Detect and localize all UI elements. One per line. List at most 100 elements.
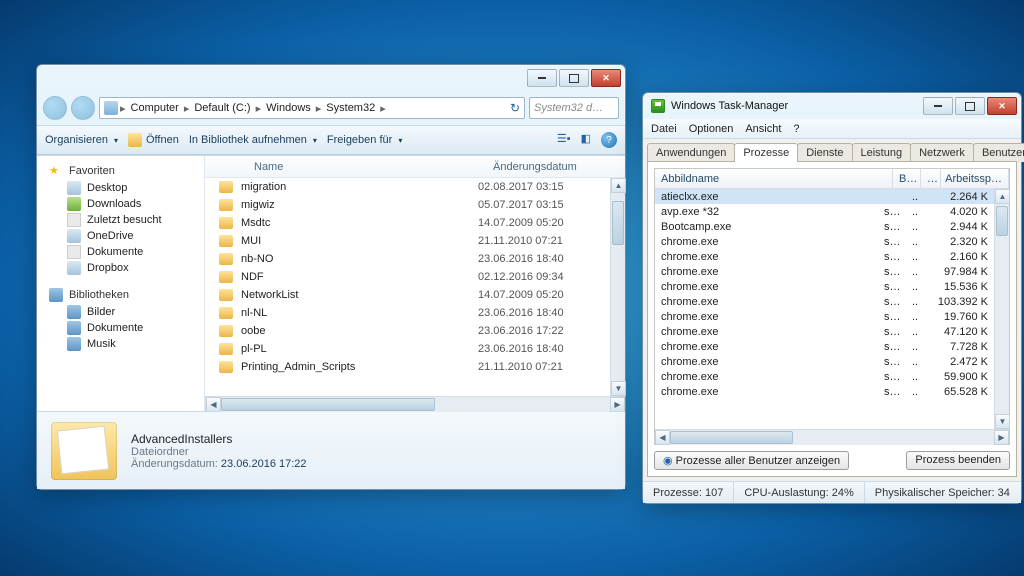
- sidebar-item[interactable]: OneDrive: [39, 228, 202, 244]
- breadcrumb[interactable]: ▸ Computer▸Default (C:)▸Windows▸System32…: [99, 97, 525, 119]
- sidebar-item[interactable]: Musik: [39, 336, 202, 352]
- horizontal-scrollbar[interactable]: ◀ ▶: [205, 396, 625, 411]
- file-row[interactable]: pl-PL23.06.2016 18:40: [205, 340, 610, 358]
- breadcrumb-segment[interactable]: Computer: [128, 102, 182, 114]
- chevron-right-icon[interactable]: ▸: [184, 102, 190, 115]
- scroll-down-button[interactable]: ▼: [611, 381, 626, 396]
- column-user: B…: [893, 169, 921, 188]
- search-input[interactable]: System32 d…: [529, 97, 619, 119]
- process-row[interactable]: chrome.exes…..15.536 K: [655, 279, 994, 294]
- chevron-right-icon[interactable]: ▸: [316, 102, 322, 115]
- scroll-left-button[interactable]: ◀: [655, 430, 670, 445]
- file-row[interactable]: migration02.08.2017 03:15: [205, 178, 610, 196]
- scroll-thumb[interactable]: [221, 398, 435, 411]
- tab[interactable]: Netzwerk: [910, 143, 974, 162]
- show-all-users-button[interactable]: ◉ Prozesse aller Benutzer anzeigen: [654, 451, 849, 470]
- process-row[interactable]: atieclxx.exe..2.264 K: [655, 189, 994, 204]
- column-headers[interactable]: Name Änderungsdatum: [205, 156, 625, 178]
- sidebar-item[interactable]: Zuletzt besucht: [39, 212, 202, 228]
- process-row[interactable]: chrome.exes…..2.472 K: [655, 354, 994, 369]
- scroll-down-button[interactable]: ▼: [995, 414, 1010, 429]
- process-row[interactable]: chrome.exes…..2.320 K: [655, 234, 994, 249]
- file-row[interactable]: NetworkList14.07.2009 05:20: [205, 286, 610, 304]
- menu-item[interactable]: ?: [793, 123, 799, 135]
- process-row[interactable]: chrome.exes…..97.984 K: [655, 264, 994, 279]
- breadcrumb-segment[interactable]: System32: [323, 102, 378, 114]
- menu-item[interactable]: Optionen: [689, 123, 734, 135]
- scroll-thumb[interactable]: [612, 201, 624, 245]
- vertical-scrollbar[interactable]: ▲ ▼: [610, 178, 625, 396]
- chevron-right-icon[interactable]: ▸: [256, 102, 262, 115]
- tab[interactable]: Anwendungen: [647, 143, 735, 162]
- process-row[interactable]: chrome.exes…..2.160 K: [655, 249, 994, 264]
- status-processes: Prozesse: 107: [643, 482, 734, 503]
- folder-icon: [219, 343, 233, 355]
- scroll-thumb[interactable]: [996, 206, 1008, 236]
- tab[interactable]: Benutzer: [973, 143, 1024, 162]
- tab[interactable]: Prozesse: [734, 143, 798, 162]
- folder-icon: [219, 217, 233, 229]
- vertical-scrollbar[interactable]: ▲ ▼: [994, 189, 1009, 429]
- tab[interactable]: Leistung: [852, 143, 912, 162]
- close-button[interactable]: [987, 97, 1017, 115]
- scroll-right-button[interactable]: ▶: [610, 397, 625, 412]
- nav-back-button[interactable]: [43, 96, 67, 120]
- process-row[interactable]: chrome.exes…..7.728 K: [655, 339, 994, 354]
- process-row[interactable]: chrome.exes…..47.120 K: [655, 324, 994, 339]
- organize-menu[interactable]: Organisieren: [45, 134, 118, 146]
- scroll-up-button[interactable]: ▲: [995, 189, 1010, 204]
- process-column-headers[interactable]: Abbildname B… … Arbeitssp…: [655, 169, 1009, 189]
- file-row[interactable]: NDF02.12.2016 09:34: [205, 268, 610, 286]
- file-row[interactable]: nb-NO23.06.2016 18:40: [205, 250, 610, 268]
- minimize-button[interactable]: [923, 97, 953, 115]
- view-mode-button[interactable]: ☰▪: [557, 132, 571, 148]
- process-row[interactable]: chrome.exes…..59.900 K: [655, 369, 994, 384]
- file-row[interactable]: Msdtc14.07.2009 05:20: [205, 214, 610, 232]
- end-process-button[interactable]: Prozess beenden: [906, 451, 1010, 470]
- process-row[interactable]: chrome.exes…..19.760 K: [655, 309, 994, 324]
- sidebar-item[interactable]: Downloads: [39, 196, 202, 212]
- file-row[interactable]: migwiz05.07.2017 03:15: [205, 196, 610, 214]
- libraries-header[interactable]: Bibliotheken: [39, 286, 202, 304]
- process-row[interactable]: chrome.exes…..65.528 K: [655, 384, 994, 399]
- help-button[interactable]: ?: [601, 132, 617, 148]
- open-button[interactable]: Öffnen: [128, 133, 179, 147]
- sidebar-item[interactable]: Bilder: [39, 304, 202, 320]
- refresh-button[interactable]: ↻: [510, 101, 520, 115]
- file-row[interactable]: nl-NL23.06.2016 18:40: [205, 304, 610, 322]
- menu-item[interactable]: Ansicht: [745, 123, 781, 135]
- tab[interactable]: Dienste: [797, 143, 852, 162]
- file-row[interactable]: MUI21.11.2010 07:21: [205, 232, 610, 250]
- scroll-up-button[interactable]: ▲: [611, 178, 626, 193]
- process-row[interactable]: Bootcamp.exes…..2.944 K: [655, 219, 994, 234]
- minimize-button[interactable]: [527, 69, 557, 87]
- horizontal-scrollbar[interactable]: ◀ ▶: [655, 429, 1009, 444]
- explorer-titlebar[interactable]: [37, 65, 625, 91]
- maximize-button[interactable]: [955, 97, 985, 115]
- preview-pane-button[interactable]: ◧: [581, 132, 591, 148]
- chevron-right-icon[interactable]: ▸: [120, 102, 126, 115]
- process-row[interactable]: chrome.exes…..103.392 K: [655, 294, 994, 309]
- breadcrumb-segment[interactable]: Default (C:): [191, 102, 253, 114]
- menu-item[interactable]: Datei: [651, 123, 677, 135]
- favorites-header[interactable]: ★ Favoriten: [39, 162, 202, 180]
- sidebar-item[interactable]: Dropbox: [39, 260, 202, 276]
- include-menu[interactable]: In Bibliothek aufnehmen: [189, 134, 317, 146]
- scroll-left-button[interactable]: ◀: [206, 397, 221, 412]
- share-menu[interactable]: Freigeben für: [327, 134, 402, 146]
- close-button[interactable]: [591, 69, 621, 87]
- chevron-right-icon[interactable]: ▸: [380, 102, 386, 115]
- taskmanager-titlebar[interactable]: Windows Task-Manager: [643, 93, 1021, 119]
- scroll-right-button[interactable]: ▶: [994, 430, 1009, 445]
- sidebar-item[interactable]: Dokumente: [39, 244, 202, 260]
- sidebar-item[interactable]: Dokumente: [39, 320, 202, 336]
- nav-forward-button[interactable]: [71, 96, 95, 120]
- process-row[interactable]: avp.exe *32s…..4.020 K: [655, 204, 994, 219]
- star-icon: ★: [49, 164, 63, 178]
- file-row[interactable]: Printing_Admin_Scripts21.11.2010 07:21: [205, 358, 610, 376]
- scroll-thumb[interactable]: [670, 431, 793, 444]
- breadcrumb-segment[interactable]: Windows: [263, 102, 314, 114]
- maximize-button[interactable]: [559, 69, 589, 87]
- sidebar-item[interactable]: Desktop: [39, 180, 202, 196]
- file-row[interactable]: oobe23.06.2016 17:22: [205, 322, 610, 340]
